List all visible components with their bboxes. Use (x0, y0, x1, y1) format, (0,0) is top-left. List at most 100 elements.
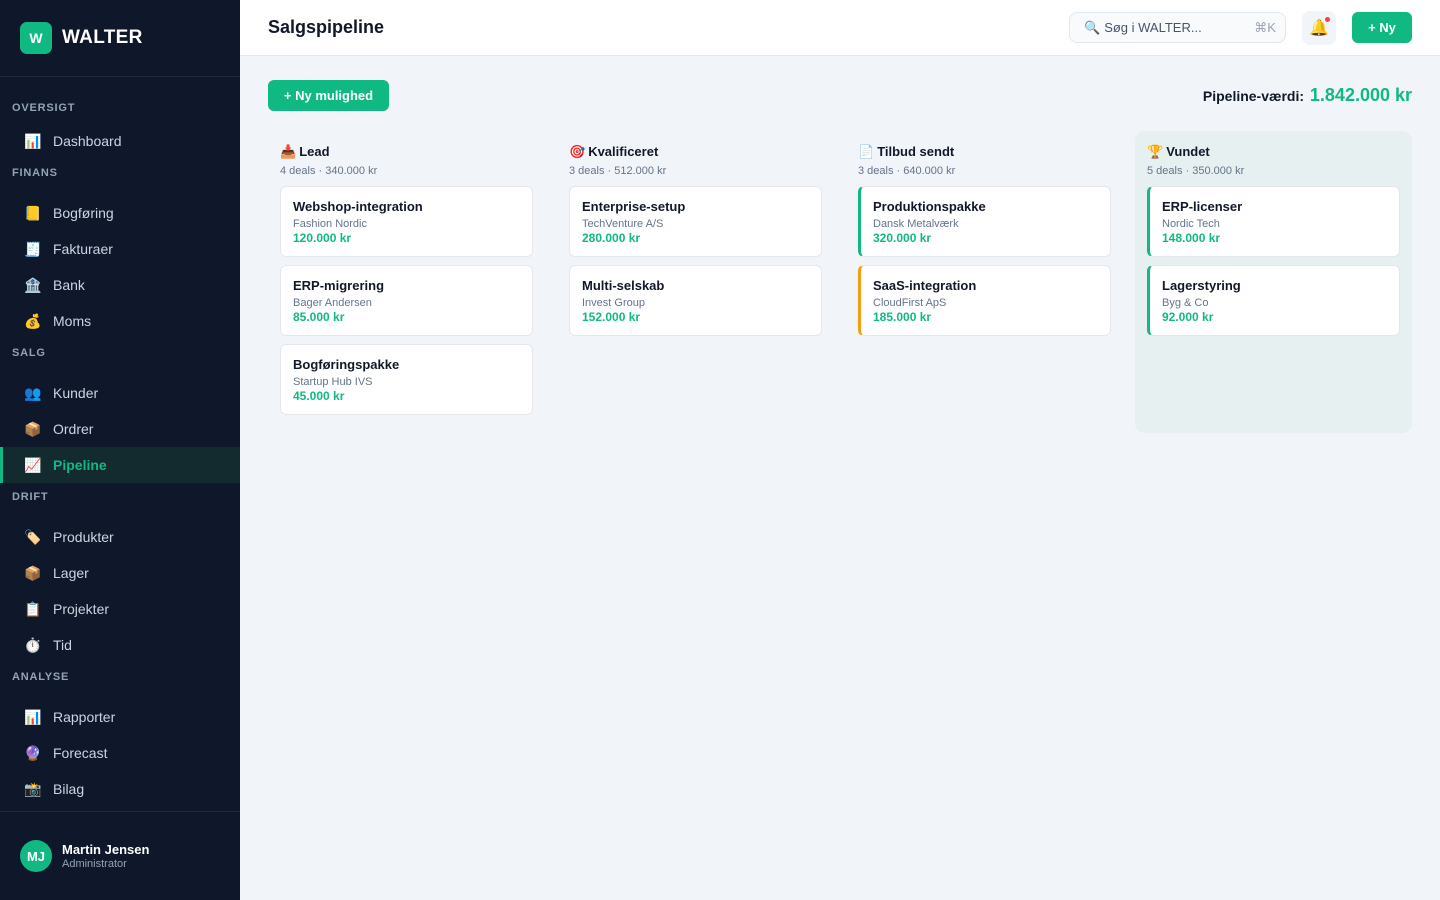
sidebar-item-fakturaer[interactable]: 🧾 Fakturaer (0, 231, 240, 267)
sidebar-nav: OVERSIGT 📊 Dashboard FINANS 📒 Bogføring 🧾 Faktu… (0, 77, 240, 807)
column-cards: ERP-licenser Nordic Tech 148.000 kr Lagerst… (1147, 186, 1400, 336)
search-input[interactable] (1104, 20, 1255, 35)
sidebar-item-label: Forecast (53, 745, 108, 761)
deal-card[interactable]: Enterprise-setup TechVenture A/S 280.000 k… (569, 186, 822, 257)
column-summary: 3 deals · 512.000 kr (569, 165, 667, 177)
column-title-text: Tilbud sendt (877, 144, 955, 159)
deal-amount: 92.000 kr (1162, 310, 1214, 324)
deal-amount: 185.000 kr (873, 310, 932, 324)
deal-card[interactable]: Bogføringspakke Startup Hub IVS 45.000 kr (280, 344, 533, 415)
deal-card[interactable]: Webshop-integration Fashion Nordic 120.000… (280, 186, 533, 257)
sidebar-item-rapporter[interactable]: 📊 Rapporter (0, 699, 240, 735)
deal-company: Nordic Tech (1162, 218, 1220, 230)
sidebar-item-label: Bank (53, 277, 85, 293)
deal-card[interactable]: Lagerstyring Byg & Co 92.000 kr (1147, 265, 1400, 336)
nav-section-heading: SALG (12, 347, 46, 359)
deal-title: SaaS-integration (873, 278, 977, 293)
deal-title: ERP-licenser (1162, 199, 1243, 214)
dashboard-chart-icon: 📊 (24, 132, 42, 149)
column-summary: 3 deals · 640.000 kr (858, 165, 956, 177)
deal-card[interactable]: Multi-selskab Invest Group 152.000 kr (569, 265, 822, 336)
column-title-text: Kvalificeret (588, 144, 659, 159)
deal-card[interactable]: Produktionspakke Dansk Metalværk 320.000 k… (858, 186, 1111, 257)
column-summary: 4 deals · 340.000 kr (280, 165, 378, 177)
pipeline-column-tilbud-sendt: 📄 Tilbud sendt 3 deals · 640.000 kr Produkt… (846, 131, 1123, 344)
sidebar-item-label: Moms (53, 313, 92, 329)
deal-company: Dansk Metalværk (873, 218, 959, 230)
money-bag-icon: 💰 (24, 312, 42, 329)
column-title: 🏆 Vundet (1147, 143, 1400, 161)
column-cards: Enterprise-setup TechVenture A/S 280.000 k… (569, 186, 822, 336)
sidebar-item-produkter[interactable]: 🏷️ Produkter (0, 519, 240, 555)
column-icon: 🎯 (569, 144, 586, 159)
sidebar-item-tid[interactable]: ⏱️ Tid (0, 627, 240, 663)
pipeline-column-lead: 📥 Lead 4 deals · 340.000 kr Webshop-integra… (268, 131, 545, 423)
sidebar-item-label: Projekter (53, 601, 110, 617)
user-name: Martin Jensen (62, 842, 150, 857)
deal-title: ERP-migrering (293, 278, 385, 293)
pipeline-column-vundet: 🏆 Vundet 5 deals · 350.000 kr ERP-licenser N… (1135, 131, 1412, 433)
top-header: Salgspipeline 🔍 ⌘K 🔔 + Ny (240, 0, 1440, 56)
camera-icon: 📸 (24, 780, 42, 797)
new-opportunity-button[interactable]: + Ny mulighed (268, 80, 389, 111)
sidebar-item-bilag[interactable]: 📸 Bilag (0, 771, 240, 807)
sidebar-item-label: Kunder (53, 385, 99, 401)
notifications-button[interactable]: 🔔 (1302, 11, 1336, 45)
bank-icon: 🏦 (24, 276, 42, 293)
sidebar-item-kunder[interactable]: 👥 Kunder (0, 375, 240, 411)
sidebar-item-bogføring[interactable]: 📒 Bogføring (0, 195, 240, 231)
column-icon: 📥 (280, 144, 297, 159)
sidebar-item-label: Bilag (53, 781, 85, 797)
deal-card[interactable]: SaaS-integration CloudFirst ApS 185.000 kr (858, 265, 1111, 336)
avatar: MJ (20, 840, 52, 872)
brand[interactable]: W WALTER (0, 0, 240, 77)
deal-company: CloudFirst ApS (873, 297, 947, 309)
receipt-icon: 🧾 (24, 240, 42, 257)
sidebar-item-projekter[interactable]: 📋 Projekter (0, 591, 240, 627)
brand-name: WALTER (62, 27, 143, 48)
pipeline-column-kvalificeret: 🎯 Kvalificeret 3 deals · 512.000 kr Enterpr… (557, 131, 834, 344)
deal-company: Fashion Nordic (293, 218, 367, 230)
sidebar-item-label: Dashboard (53, 133, 122, 149)
deal-card[interactable]: ERP-licenser Nordic Tech 148.000 kr (1147, 186, 1400, 257)
brand-logo: W (20, 22, 52, 54)
column-title-text: Vundet (1166, 144, 1210, 159)
deal-company: Bager Andersen (293, 297, 372, 309)
deal-amount: 85.000 kr (293, 310, 345, 324)
deal-company: Byg & Co (1162, 297, 1209, 309)
sidebar-item-pipeline[interactable]: 📈 Pipeline (0, 447, 240, 483)
sidebar-item-dashboard[interactable]: 📊 Dashboard (0, 123, 240, 159)
sidebar-item-label: Produkter (53, 529, 114, 545)
stopwatch-icon: ⏱️ (24, 636, 42, 653)
sidebar-item-lager[interactable]: 📦 Lager (0, 555, 240, 591)
sidebar-item-moms[interactable]: 💰 Moms (0, 303, 240, 339)
pipeline-value-label: Pipeline-værdi: (1202, 88, 1305, 104)
column-title: 📥 Lead (280, 143, 533, 161)
search-box[interactable]: 🔍 ⌘K (1069, 12, 1286, 43)
deal-title: Bogføringspakke (293, 357, 400, 372)
deal-title: Lagerstyring (1162, 278, 1241, 293)
deal-amount: 320.000 kr (873, 231, 932, 245)
deal-amount: 120.000 kr (293, 231, 352, 245)
deal-amount: 45.000 kr (293, 389, 345, 403)
deal-card[interactable]: ERP-migrering Bager Andersen 85.000 kr (280, 265, 533, 336)
column-title: 📄 Tilbud sendt (858, 143, 1111, 161)
deal-amount: 280.000 kr (582, 231, 641, 245)
sidebar-item-bank[interactable]: 🏦 Bank (0, 267, 240, 303)
ledger-icon: 📒 (24, 204, 42, 221)
notification-dot (1325, 17, 1330, 22)
nav-section-heading: ANALYSE (12, 671, 70, 683)
new-button[interactable]: + Ny (1352, 12, 1412, 43)
deal-company: Startup Hub IVS (293, 376, 373, 388)
deal-amount: 152.000 kr (582, 310, 641, 324)
deal-title: Multi-selskab (582, 278, 665, 293)
user-role: Administrator (62, 858, 127, 870)
deal-company: Invest Group (582, 297, 645, 309)
customers-icon: 👥 (24, 384, 42, 401)
column-icon: 📄 (858, 144, 875, 159)
column-summary: 5 deals · 350.000 kr (1147, 165, 1245, 177)
search-shortcut: ⌘K (1254, 19, 1276, 35)
sidebar-item-ordrer[interactable]: 📦 Ordrer (0, 411, 240, 447)
sidebar-item-forecast[interactable]: 🔮 Forecast (0, 735, 240, 771)
user-profile[interactable]: MJ Martin Jensen Administrator (0, 811, 240, 900)
